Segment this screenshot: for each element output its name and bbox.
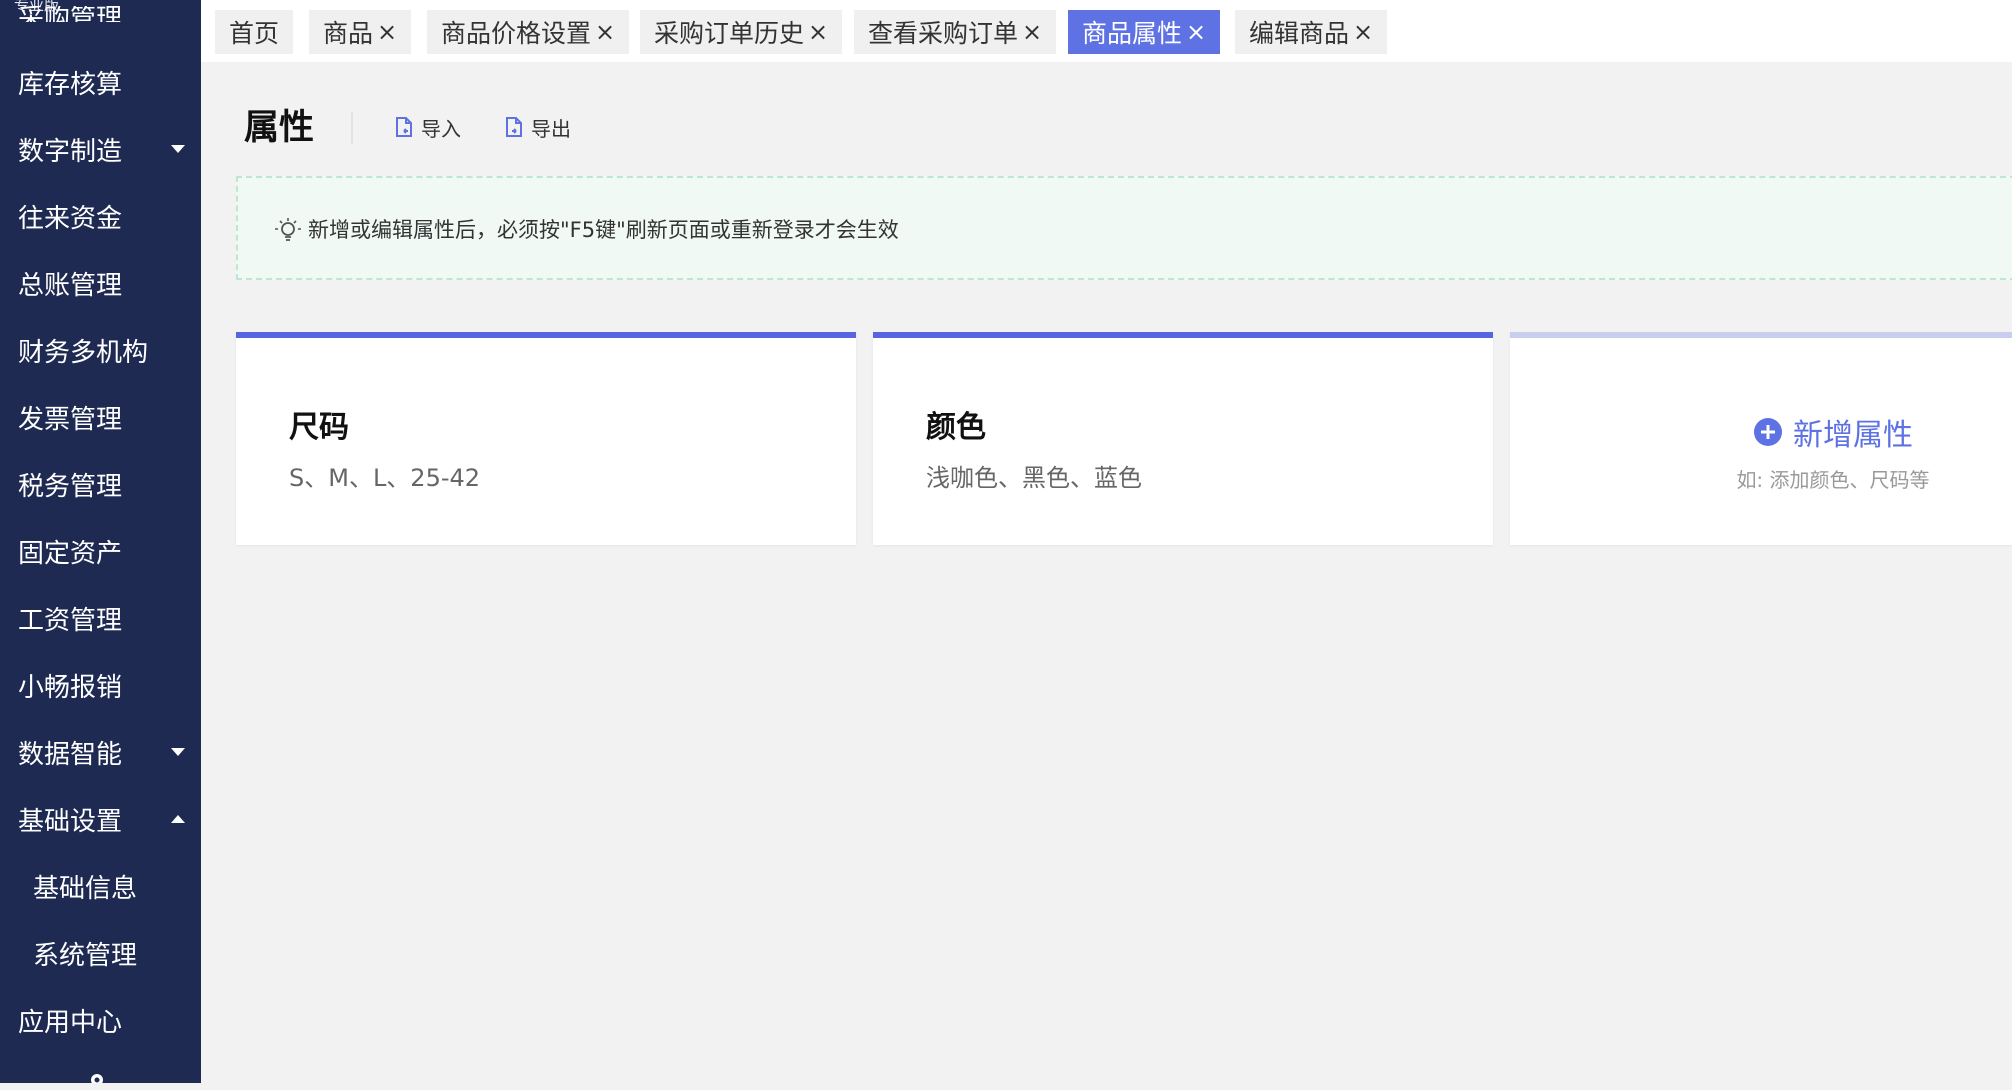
lightbulb-icon: [275, 218, 301, 241]
close-icon[interactable]: ×: [1022, 20, 1042, 44]
tab-products[interactable]: 商品 ×: [309, 10, 412, 54]
sidebar-item-label: 基础设置: [18, 806, 123, 837]
add-attribute-hint: 如: 添加颜色、尺码等: [1736, 468, 1930, 492]
sidebar-item-label: 发票管理: [18, 404, 123, 435]
add-attribute-wrap: 新增属性 如: 添加颜色、尺码等: [1718, 410, 1948, 493]
tab-label: 编辑商品: [1249, 19, 1350, 48]
tab-bar: 首页 商品 × 商品价格设置 × 采购订单历史 × 查看采购订单 × 商品属性 …: [201, 0, 2012, 62]
chevron-down-icon: [171, 748, 185, 756]
close-icon[interactable]: ×: [808, 20, 828, 44]
attribute-card-color[interactable]: 颜色 浅咖色、黑色、蓝色: [873, 332, 1493, 545]
export-label: 导出: [531, 116, 571, 141]
tab-label: 首页: [229, 19, 280, 48]
sidebar-item-app-center[interactable]: 应用中心: [0, 991, 201, 1049]
add-attribute-button[interactable]: 新增属性: [1718, 410, 1948, 454]
close-icon[interactable]: ×: [1186, 20, 1206, 44]
sidebar: 专业版 采购管理 库存核算 数字制造 往来资金 总账管理 财务多机构 发票管理 …: [0, 0, 201, 1083]
sidebar-item-cut-off: 采购管理: [18, 6, 123, 22]
tab-product-price-settings[interactable]: 商品价格设置 ×: [427, 10, 630, 54]
file-export-icon: [506, 117, 522, 137]
sidebar-item-basic-settings[interactable]: 基础设置: [0, 790, 201, 848]
sidebar-item-label: 总账管理: [18, 270, 123, 301]
sidebar-item-tax-management[interactable]: 税务管理: [0, 455, 201, 513]
attribute-name: 尺码: [289, 410, 349, 445]
page-title: 属性: [244, 108, 315, 148]
sidebar-item-label: 小畅报销: [18, 672, 123, 703]
add-attribute-card[interactable]: 新增属性 如: 添加颜色、尺码等: [1510, 332, 2012, 545]
chevron-up-icon: [171, 815, 185, 823]
notice-text: 新增或编辑属性后，必须按"F5键"刷新页面或重新登录才会生效: [308, 218, 899, 242]
sidebar-item-label: 基础信息: [33, 873, 138, 904]
title-divider: [351, 112, 353, 144]
sidebar-item-label: 财务多机构: [18, 337, 149, 368]
attribute-values: S、M、L、25-42: [289, 464, 481, 492]
sidebar-item-basic-info[interactable]: 基础信息: [0, 857, 201, 915]
sidebar-item-label: 应用中心: [18, 1007, 123, 1038]
sidebar-item-data-intelligence[interactable]: 数据智能: [0, 723, 201, 781]
tab-label: 商品: [323, 19, 374, 48]
notice-banner: 新增或编辑属性后，必须按"F5键"刷新页面或重新登录才会生效: [236, 176, 2012, 280]
tab-purchase-order-history[interactable]: 采购订单历史 ×: [640, 10, 843, 54]
tab-label: 商品属性: [1082, 19, 1183, 48]
attribute-name: 颜色: [926, 410, 986, 445]
close-icon[interactable]: ×: [1353, 20, 1373, 44]
close-icon[interactable]: ×: [377, 20, 397, 44]
sidebar-item-label: 数字制造: [18, 136, 123, 167]
sidebar-item-payroll[interactable]: 工资管理: [0, 589, 201, 647]
sidebar-item-label: 数据智能: [18, 739, 123, 770]
tab-label: 商品价格设置: [441, 19, 592, 48]
sidebar-item-receivables-payables[interactable]: 往来资金: [0, 187, 201, 245]
sidebar-item-fixed-assets[interactable]: 固定资产: [0, 522, 201, 580]
tab-product-attributes[interactable]: 商品属性 ×: [1068, 10, 1221, 54]
sidebar-item-multi-org-finance[interactable]: 财务多机构: [0, 321, 201, 379]
close-icon[interactable]: ×: [595, 20, 615, 44]
tab-label: 采购订单历史: [654, 19, 805, 48]
attribute-card-size[interactable]: 尺码 S、M、L、25-42: [236, 332, 856, 545]
sidebar-item-inventory-accounting[interactable]: 库存核算: [0, 53, 201, 111]
file-import-icon: [396, 117, 412, 137]
sidebar-item-invoice-management[interactable]: 发票管理: [0, 388, 201, 446]
plus-circle-icon: [1754, 418, 1782, 446]
import-label: 导入: [421, 116, 461, 141]
tab-home[interactable]: 首页: [215, 10, 294, 54]
export-button[interactable]: 导出: [503, 112, 571, 142]
sidebar-item-label: 固定资产: [18, 538, 123, 569]
attribute-values: 浅咖色、黑色、蓝色: [926, 464, 1142, 492]
import-button[interactable]: 导入: [393, 112, 461, 142]
tab-view-purchase-order[interactable]: 查看采购订单 ×: [854, 10, 1057, 54]
tab-edit-product[interactable]: 编辑商品 ×: [1235, 10, 1388, 54]
gear-icon[interactable]: [89, 1072, 105, 1083]
sidebar-item-expense-reimbursement[interactable]: 小畅报销: [0, 656, 201, 714]
sidebar-item-label: 税务管理: [18, 471, 123, 502]
sidebar-item-label: 库存核算: [18, 69, 123, 100]
sidebar-item-system-management[interactable]: 系统管理: [0, 924, 201, 982]
sidebar-item-label: 系统管理: [33, 940, 138, 971]
sidebar-item-general-ledger[interactable]: 总账管理: [0, 254, 201, 312]
add-attribute-label: 新增属性: [1793, 418, 1913, 453]
tab-label: 查看采购订单: [868, 19, 1019, 48]
chevron-down-icon: [171, 145, 185, 153]
sidebar-item-label: 工资管理: [18, 605, 123, 636]
sidebar-item-digital-manufacturing[interactable]: 数字制造: [0, 120, 201, 178]
sidebar-item-label: 往来资金: [18, 203, 123, 234]
